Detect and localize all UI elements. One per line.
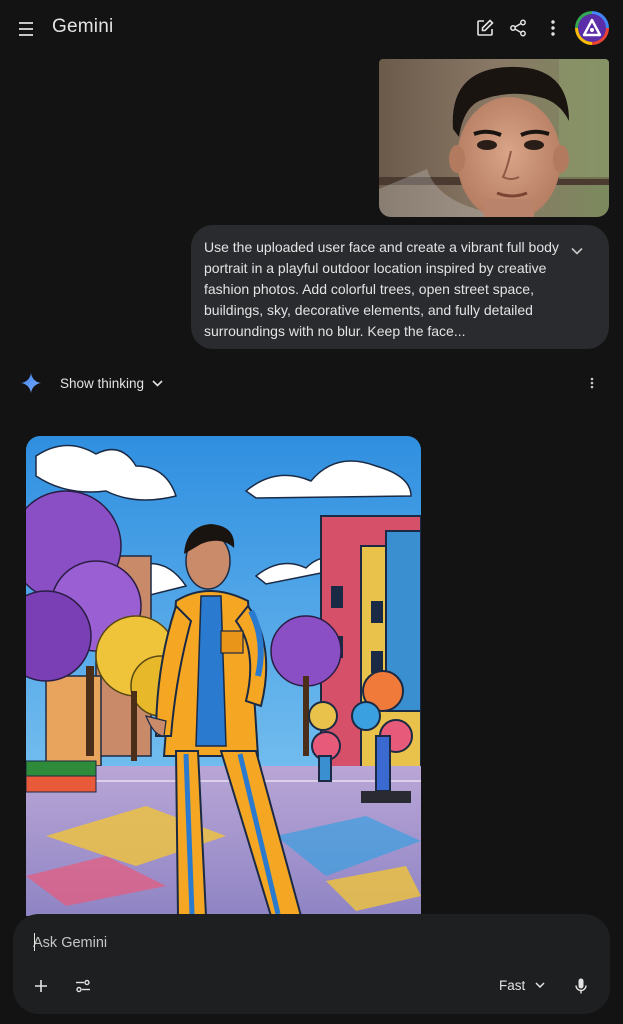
tools-button[interactable] [71,974,95,998]
more-vert-icon [551,20,555,36]
show-thinking-toggle[interactable]: Show thinking [60,374,163,392]
add-attachment-button[interactable] [29,974,53,998]
prompt-input-panel: Fast [13,914,610,1014]
show-thinking-label: Show thinking [60,375,145,391]
tools-icon [76,979,90,993]
chevron-down-icon [535,982,545,988]
microphone-button[interactable] [569,974,593,998]
avatar-image [578,14,606,42]
menu-button[interactable] [16,17,40,41]
chevron-down-icon [571,247,583,255]
model-mode-selector[interactable]: Fast [491,972,553,998]
share-icon [510,19,526,37]
gemini-spark-icon [21,373,41,393]
expand-message-button[interactable] [567,241,587,261]
response-more-button[interactable] [580,373,604,393]
share-button[interactable] [506,16,530,40]
generated-portrait-image[interactable] [26,436,421,916]
user-message-bubble: Use the uploaded user face and create a … [191,225,609,349]
chevron-down-icon [152,379,163,387]
more-vert-icon [590,377,594,389]
user-message-text: Use the uploaded user face and create a … [204,239,559,339]
avatar-logo-icon [582,18,602,37]
account-avatar[interactable] [575,11,609,45]
more-options-button[interactable] [541,16,565,40]
model-mode-label: Fast [499,977,526,993]
ask-gemini-input[interactable] [33,932,433,954]
microphone-icon [575,978,587,994]
uploaded-face-image[interactable] [379,59,609,217]
new-chat-button[interactable] [473,16,497,40]
edit-icon [477,19,494,36]
top-app-bar: Gemini [0,0,623,56]
menu-icon [19,22,33,36]
app-title: Gemini [52,16,114,37]
plus-icon [35,980,47,992]
text-caret [34,933,35,951]
